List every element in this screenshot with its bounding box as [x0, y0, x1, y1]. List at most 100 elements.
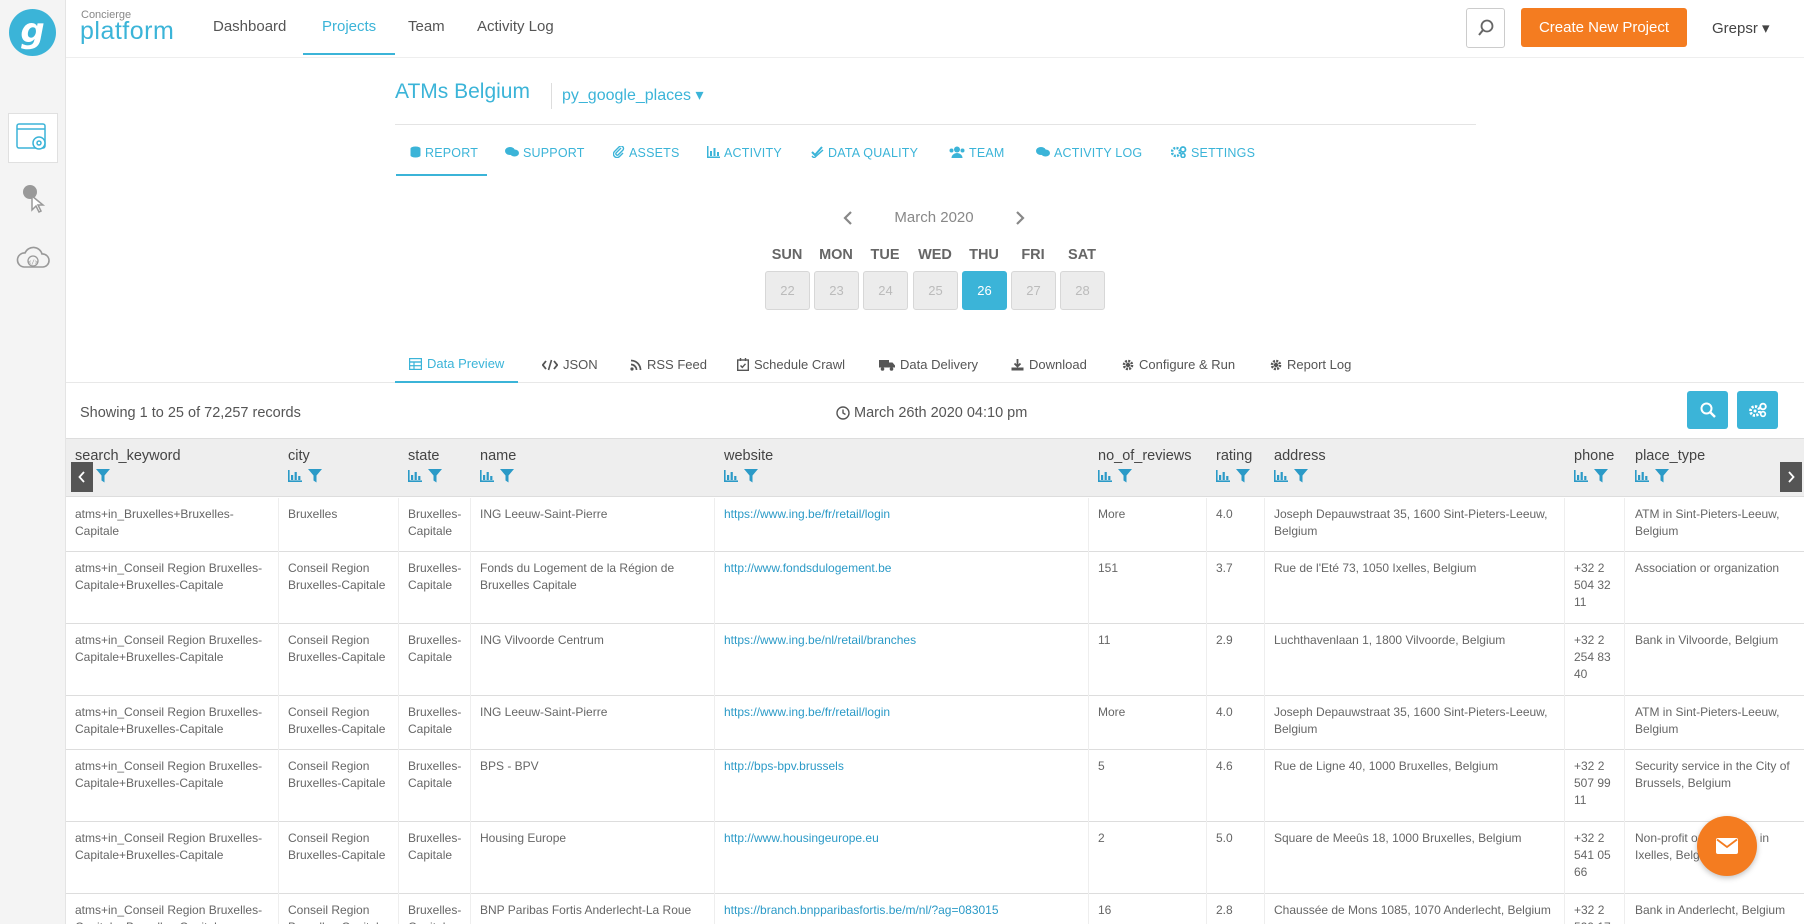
chevron-right-icon [1788, 471, 1795, 483]
tab-activity-log[interactable]: ACTIVITY LOG [1036, 146, 1142, 176]
grepsr-logo[interactable]: g [9, 9, 56, 56]
calendar-day: 27 [1011, 271, 1056, 310]
table-settings-button[interactable] [1737, 391, 1778, 429]
filter-icon[interactable] [1118, 469, 1132, 483]
column-divider [278, 894, 279, 924]
cell-website-link[interactable]: http://bps-bpv.brussels [724, 758, 1084, 775]
project-title: ATMs Belgium [395, 80, 530, 103]
column-divider [398, 696, 399, 750]
table-cell: BNP Paribas Fortis Anderlecht-La Roue [480, 903, 692, 917]
calendar-day: 25 [913, 271, 958, 310]
column-divider [1564, 822, 1565, 894]
filter-icon[interactable] [1294, 469, 1308, 483]
create-new-project-button[interactable]: Create New Project [1521, 8, 1687, 47]
project-settings-icon[interactable] [8, 113, 58, 163]
table-cell: Conseil Region Bruxelles-Capitale [288, 561, 386, 592]
cell-website-link[interactable]: http://www.housingeurope.eu [724, 830, 1084, 847]
tab-report-log[interactable]: Report Log [1270, 346, 1351, 383]
column-divider [1564, 498, 1565, 552]
clock-icon [836, 406, 850, 420]
table-cell: Conseil Region Bruxelles-Capitale [288, 759, 386, 790]
title-separator [551, 83, 552, 109]
table-cell: atms+in_Bruxelles+Bruxelles-Capitale [75, 507, 234, 538]
bar-chart-icon[interactable] [724, 470, 738, 482]
table-row: atms+in_Conseil Region Bruxelles-Capital… [66, 552, 1804, 624]
filter-icon[interactable] [1655, 469, 1669, 483]
tab-data-preview[interactable]: Data Preview [395, 346, 519, 383]
global-search-button[interactable] [1466, 8, 1505, 48]
calendar-month: March 2020 [894, 209, 974, 226]
table-cell: BPS - BPV [480, 759, 539, 773]
bar-chart-icon[interactable] [1098, 470, 1112, 482]
tab-team[interactable]: TEAM [949, 146, 1005, 176]
filter-icon[interactable] [428, 469, 442, 483]
tab-data-quality[interactable]: DATA QUALITY [811, 146, 918, 176]
tab-rss-feed[interactable]: RSS Feed [630, 346, 707, 383]
cell-website-link[interactable]: http://www.fondsdulogement.be [724, 560, 1084, 577]
table-search-button[interactable] [1687, 391, 1728, 429]
bar-chart-icon[interactable] [480, 470, 494, 482]
col-header-no-of-reviews[interactable]: no_of_reviews [1098, 448, 1192, 464]
chat-button[interactable] [1697, 816, 1757, 876]
tab-data-delivery[interactable]: Data Delivery [879, 346, 978, 383]
table-icon [409, 357, 422, 370]
filter-icon[interactable] [500, 469, 514, 483]
col-header-rating[interactable]: rating [1216, 448, 1252, 464]
tab-settings[interactable]: SETTINGS [1171, 146, 1255, 176]
filter-icon[interactable] [308, 469, 322, 483]
col-header-city[interactable]: city [288, 448, 310, 464]
table-cell: 2.9 [1216, 633, 1233, 647]
calendar-day-selected[interactable]: 26 [962, 271, 1007, 310]
calendar-prev-button[interactable] [843, 210, 853, 231]
tab-assets[interactable]: ASSETS [613, 146, 680, 176]
scroll-right-button[interactable] [1780, 462, 1802, 492]
tab-report[interactable]: REPORT [396, 146, 487, 176]
col-header-state[interactable]: state [408, 448, 439, 464]
nav-projects[interactable]: Projects [303, 0, 396, 55]
filter-icon[interactable] [96, 469, 110, 483]
nav-dashboard[interactable]: Dashboard [213, 0, 286, 55]
col-header-address[interactable]: address [1274, 448, 1326, 464]
tab-download[interactable]: Download [1011, 346, 1087, 383]
col-header-phone[interactable]: phone [1574, 448, 1614, 464]
bar-chart-icon[interactable] [408, 470, 422, 482]
filter-icon[interactable] [1594, 469, 1608, 483]
cell-website-link[interactable]: https://www.ing.be/nl/retail/branches [724, 632, 1084, 649]
cloud-code-icon[interactable]: </> [8, 233, 58, 283]
weekday-sun: SUN [771, 247, 803, 263]
tab-json[interactable]: JSON [542, 346, 598, 383]
click-pointer-icon[interactable] [8, 173, 58, 223]
tab-support[interactable]: SUPPORT [505, 146, 585, 176]
user-menu[interactable]: Grepsr ▾ [1712, 19, 1770, 37]
calendar-next-button[interactable] [1015, 210, 1025, 231]
table-cell: ATM in Sint-Pieters-Leeuw, Belgium [1635, 507, 1780, 538]
bar-chart-icon[interactable] [288, 470, 302, 482]
bar-chart-icon[interactable] [1574, 470, 1588, 482]
table-cell: 3.7 [1216, 561, 1233, 575]
col-header-name[interactable]: name [480, 448, 516, 464]
table-cell: Joseph Depauwstraat 35, 1600 Sint-Pieter… [1274, 507, 1548, 538]
bar-chart-icon[interactable] [1216, 470, 1230, 482]
nav-activity-log[interactable]: Activity Log [477, 0, 554, 55]
col-header-place-type[interactable]: place_type [1635, 448, 1705, 464]
tab-report-label: REPORT [425, 146, 479, 160]
col-header-website[interactable]: website [724, 448, 773, 464]
filter-icon[interactable] [744, 469, 758, 483]
column-tools [1274, 469, 1308, 483]
scroll-left-button[interactable] [71, 462, 93, 492]
project-source-dropdown[interactable]: py_google_places ▾ [562, 85, 703, 105]
cell-website-link[interactable]: https://www.ing.be/fr/retail/login [724, 506, 1084, 523]
nav-team[interactable]: Team [408, 0, 445, 55]
filter-icon[interactable] [1236, 469, 1250, 483]
tab-schedule-crawl[interactable]: Schedule Crawl [737, 346, 845, 383]
brand-platform-text[interactable]: platform [80, 17, 174, 46]
tab-activity[interactable]: ACTIVITY [707, 146, 782, 176]
column-divider [398, 822, 399, 894]
bar-chart-icon[interactable] [1274, 470, 1288, 482]
tab-configure-run[interactable]: Configure & Run [1122, 346, 1235, 383]
cell-website-link[interactable]: https://branch.bnpparibasfortis.be/m/nl/… [724, 902, 1084, 919]
tab-rss-feed-label: RSS Feed [647, 356, 707, 372]
bar-chart-icon[interactable] [1635, 470, 1649, 482]
cell-website-link[interactable]: https://www.ing.be/fr/retail/login [724, 704, 1084, 721]
tab-json-label: JSON [563, 356, 598, 372]
